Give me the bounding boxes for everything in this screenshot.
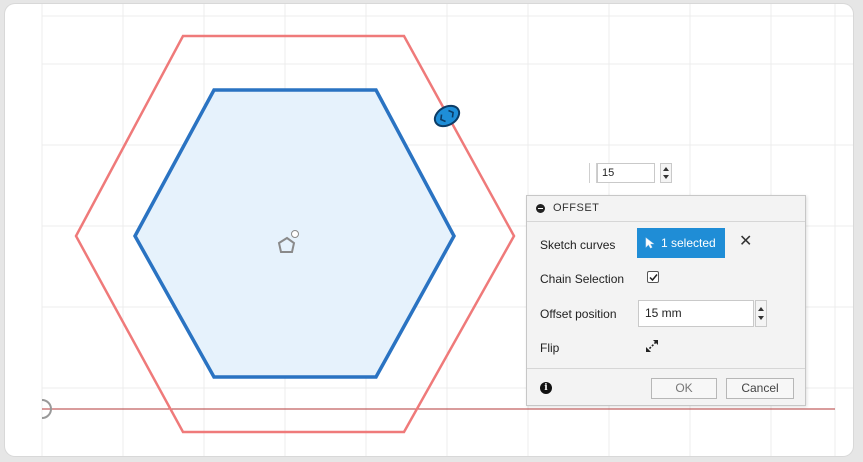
collapse-icon[interactable] [536, 204, 545, 213]
checkbox-check-icon [649, 274, 658, 282]
offset-position-input[interactable]: 15 mm [638, 300, 754, 327]
close-icon[interactable]: ✕ [739, 234, 752, 250]
sketch-curves-selection-button[interactable]: 1 selected [637, 228, 725, 258]
app-frame: 15 OFFSET Sketch curves 1 selected ✕ Cha… [5, 4, 853, 456]
ok-button[interactable]: OK [651, 378, 717, 399]
inline-value-box: 15 [589, 160, 672, 186]
spin-up-icon[interactable] [758, 307, 764, 311]
drag-grip-icon[interactable] [589, 163, 597, 183]
cursor-icon [645, 237, 655, 249]
offset-position-spinner[interactable] [755, 300, 767, 327]
dialog-footer: i OK Cancel [527, 368, 805, 406]
chain-selection-label: Chain Selection [540, 272, 625, 286]
offset-dialog: OFFSET Sketch curves 1 selected ✕ Chain … [526, 195, 806, 406]
dialog-title: OFFSET [553, 202, 600, 214]
info-icon[interactable]: i [540, 382, 552, 394]
spin-down-icon[interactable] [663, 175, 669, 179]
offset-position-label: Offset position [540, 307, 617, 321]
cancel-button[interactable]: Cancel [726, 378, 794, 399]
spin-down-icon[interactable] [758, 316, 764, 320]
dialog-header: OFFSET [527, 196, 805, 222]
inline-value-input[interactable]: 15 [597, 163, 655, 183]
selection-count: 1 selected [661, 236, 716, 250]
flip-icon[interactable] [644, 338, 660, 354]
sketch-curves-label: Sketch curves [540, 238, 616, 252]
spin-up-icon[interactable] [663, 167, 669, 171]
handle-icon[interactable] [431, 102, 463, 131]
chain-selection-checkbox[interactable] [647, 271, 659, 283]
flip-label: Flip [540, 341, 560, 355]
inline-value-spinner[interactable] [660, 163, 672, 183]
